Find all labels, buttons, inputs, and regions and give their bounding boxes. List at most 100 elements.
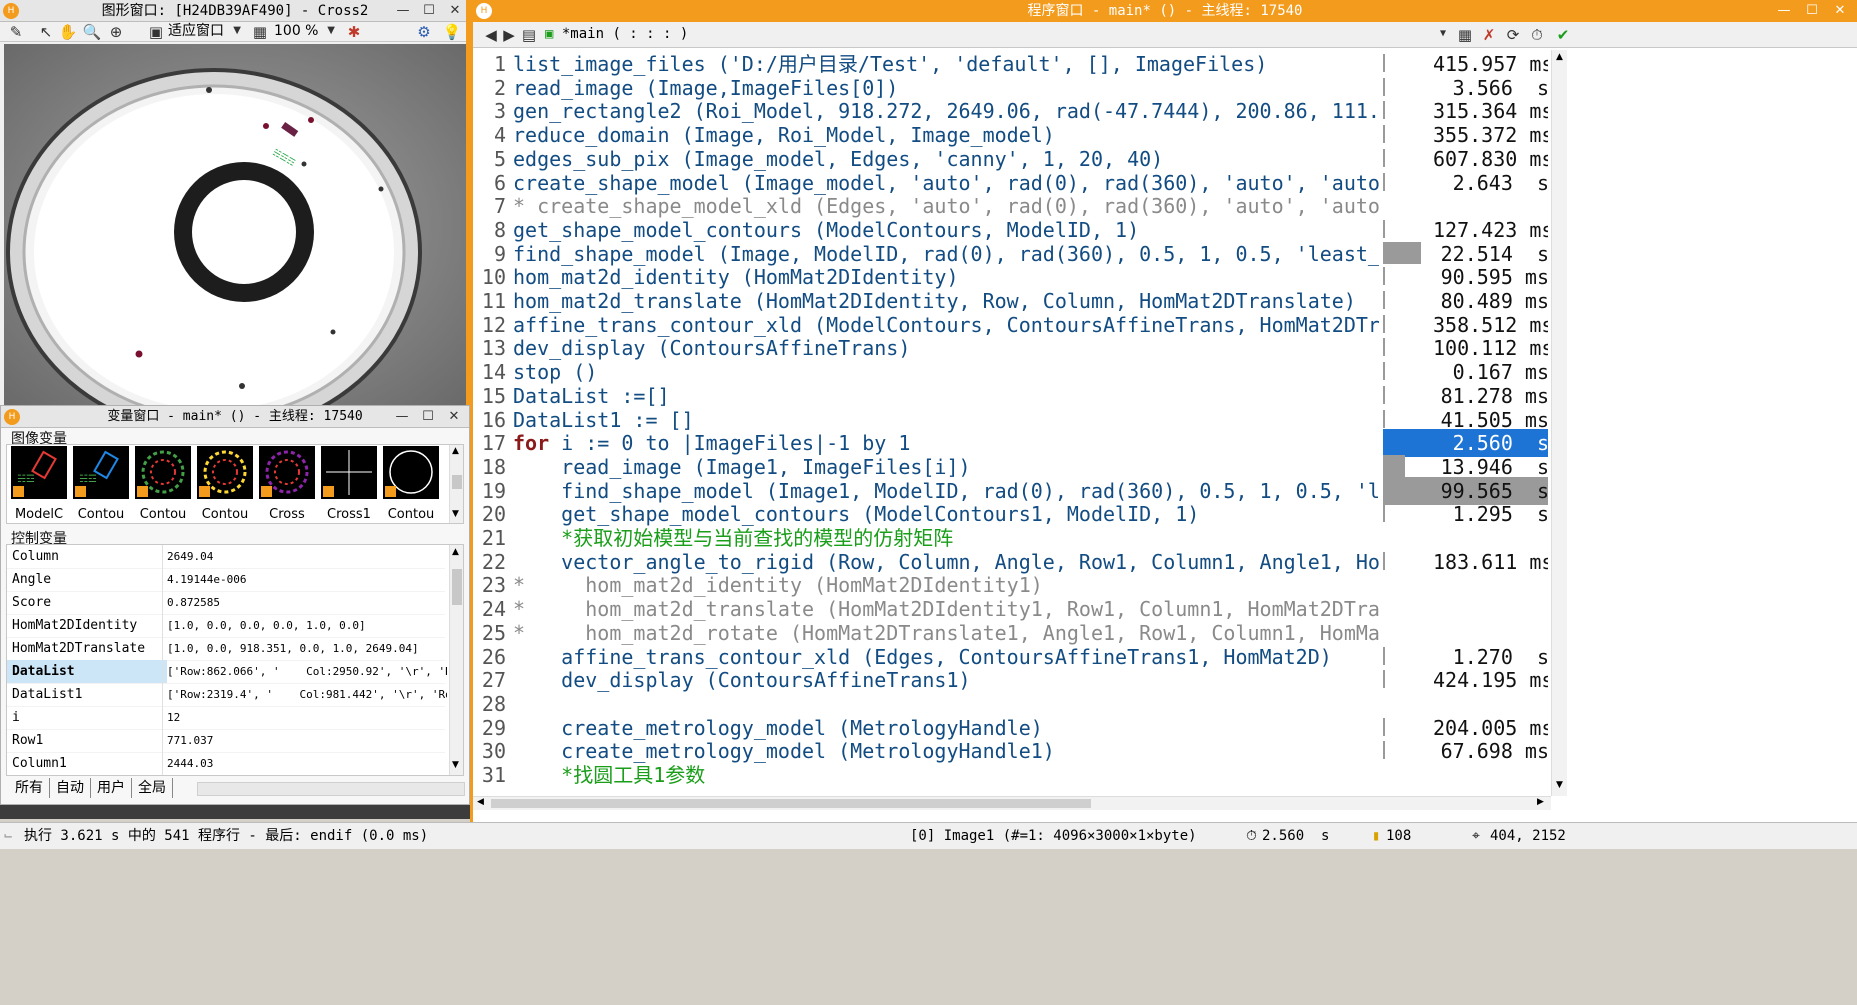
maximize-button[interactable]: ☐ <box>416 0 442 22</box>
lightbulb-icon[interactable]: 💡 <box>440 20 464 44</box>
profile-bar <box>1383 386 1385 404</box>
tab-all[interactable]: 所有 <box>9 778 50 798</box>
magnifier-icon[interactable]: 🔍 <box>80 20 104 44</box>
scroll-thumb[interactable] <box>452 475 462 489</box>
profile-icon[interactable]: ✔ <box>1551 23 1575 47</box>
timer-icon[interactable]: ⏱ <box>1525 23 1549 47</box>
pointer-icon[interactable]: ↖ <box>34 20 58 44</box>
scroll-thumb[interactable] <box>452 569 462 605</box>
scroll-down-arrow[interactable]: ▼ <box>452 760 459 770</box>
program-window-titlebar[interactable]: H 程序窗口 - main* () - 主线程: 17540 — ☐ ✕ <box>473 0 1857 22</box>
control-variable-row[interactable]: Column 2649.04 <box>7 545 445 569</box>
variable-window-titlebar[interactable]: H 变量窗口 - main* () - 主线程: 17540 — ☐ ✕ <box>1 406 469 428</box>
control-variable-row[interactable]: DataList ['Row:862.066', ' Col:2950.92', … <box>7 660 447 684</box>
image-thumbnail[interactable]: Cross <box>259 446 315 522</box>
program-window: H 程序窗口 - main* () - 主线程: 17540 — ☐ ✕ ◀ ▶… <box>470 0 1857 822</box>
control-table-scrollbar[interactable]: ▲ ▼ <box>449 545 463 775</box>
minimize-button[interactable]: — <box>389 406 415 428</box>
thumbnails-scrollbar[interactable]: ▲ ▼ <box>449 445 463 523</box>
control-variable-row[interactable]: HomMat2DIdentity [1.0, 0.0, 0.0, 0.0, 1.0… <box>7 614 445 638</box>
scroll-down-arrow[interactable]: ▼ <box>1556 780 1563 790</box>
status-coords: 404, 2152 <box>1490 828 1566 844</box>
control-variable-row[interactable]: Column1 2444.03 <box>7 752 445 775</box>
zoom-percent-icon: ▦ <box>252 23 268 41</box>
image-thumbnail[interactable]: ☵☲ ModelC <box>11 446 67 522</box>
image-badge-icon <box>13 486 24 497</box>
edit-icon[interactable]: ✎ <box>4 20 28 44</box>
image-thumbnail[interactable]: Contou <box>135 446 191 522</box>
profile-bar <box>1383 315 1385 333</box>
close-button[interactable]: ✕ <box>441 406 467 428</box>
tab-global[interactable]: 全局 <box>132 778 173 798</box>
procedure-selector[interactable]: ▣ *main ( : : : ) ▼ <box>541 24 1449 46</box>
close-button[interactable]: ✕ <box>1827 0 1853 22</box>
scroll-up-arrow[interactable]: ▲ <box>452 446 459 456</box>
profile-bar <box>1383 267 1385 285</box>
color-icon[interactable]: ✱ <box>342 20 366 44</box>
variable-value: 12 <box>167 711 181 724</box>
status-timer-icon: ⏱ <box>1246 828 1257 844</box>
code-vertical-scrollbar[interactable]: ▲ ▼ <box>1551 50 1567 796</box>
tab-user[interactable]: 用户 <box>91 778 132 798</box>
control-variable-row[interactable]: Angle 4.19144e-006 <box>7 568 445 592</box>
status-bar: ⌙ 执行 3.621 s 中的 541 程序行 - 最后: endif (0.0… <box>0 822 1857 849</box>
graphics-canvas[interactable]: ☵☲☶ <box>4 44 466 406</box>
code-editor[interactable]: 1 list_image_files ('D:/用户目录/Test', 'defa… <box>473 50 1548 796</box>
control-variable-row[interactable]: DataList1 ['Row:2319.4', ' Col:981.442', … <box>7 683 447 707</box>
variable-value: ['Row:862.066', ' Col:2950.92', '\r', 'R… <box>167 665 447 678</box>
scroll-thumb[interactable] <box>491 799 1091 808</box>
variable-window: H 变量窗口 - main* () - 主线程: 17540 — ☐ ✕ 图像变… <box>0 405 470 805</box>
variable-value: 771.037 <box>167 734 214 747</box>
tab-auto[interactable]: 自动 <box>50 778 91 798</box>
control-variable-row[interactable]: Score 0.872585 <box>7 591 445 615</box>
run-icon[interactable]: ✗ <box>1477 23 1501 47</box>
scroll-down-arrow[interactable]: ▼ <box>452 509 459 519</box>
scroll-left-arrow[interactable]: ◀ <box>477 797 484 807</box>
image-thumbnail[interactable]: ☵☲ Contou <box>73 446 129 522</box>
fit-window-label: 适应窗口 <box>168 23 224 39</box>
chevron-down-icon: ▼ <box>327 25 335 36</box>
image-thumbnail[interactable]: Cross1 <box>321 446 377 522</box>
image-badge-icon <box>75 486 86 497</box>
control-variable-row[interactable]: HomMat2DTranslate [1.0, 0.0, 918.351, 0.0… <box>7 637 445 661</box>
control-variables-table: Column 2649.04 Angle 4.19144e-006 Score 0.872… <box>6 544 464 776</box>
code-text: *找圆工具1参数 <box>513 763 706 787</box>
zoom-dropdown[interactable]: 100 % ▼ <box>270 21 338 43</box>
code-horizontal-scrollbar[interactable]: ◀ ▶ <box>473 796 1551 810</box>
control-variable-row[interactable]: i 12 <box>7 706 445 730</box>
profile-bar <box>1383 504 1385 522</box>
code-line[interactable]: 31 *找圆工具1参数 <box>473 761 1548 789</box>
procedure-icon[interactable]: ▤ <box>517 23 541 47</box>
image-thumbnail[interactable]: Contou <box>197 446 253 522</box>
variable-value: 4.19144e-006 <box>167 573 247 586</box>
thumbnail-label: Contou <box>77 507 125 522</box>
profile-bar <box>1383 670 1385 688</box>
thumbnail-label: Cross1 <box>327 507 371 522</box>
status-icon: ⌙ <box>4 828 13 844</box>
variable-window-horizontal-scrollbar[interactable] <box>197 782 465 796</box>
maximize-button[interactable]: ☐ <box>1799 0 1825 22</box>
thumbnail-preview: ☵☲ <box>11 446 67 499</box>
variable-name: Angle <box>12 572 52 587</box>
close-button[interactable]: ✕ <box>442 0 468 22</box>
scroll-right-arrow[interactable]: ▶ <box>1537 797 1544 807</box>
fit-window-dropdown[interactable]: 适应窗口 ▼ <box>164 21 244 43</box>
left-panel-bottom-strip <box>0 805 470 819</box>
control-variable-row[interactable]: Row1 771.037 <box>7 729 445 753</box>
thumbnail-preview <box>197 446 253 499</box>
minimize-button[interactable]: — <box>1771 0 1797 22</box>
zoom-icon[interactable]: ⊕ <box>104 20 128 44</box>
thumbnail-preview <box>383 446 439 499</box>
scroll-up-arrow[interactable]: ▲ <box>452 547 459 557</box>
hand-icon[interactable]: ✋ <box>56 20 80 44</box>
minimize-button[interactable]: — <box>390 0 416 22</box>
scroll-up-arrow[interactable]: ▲ <box>1556 52 1563 62</box>
maximize-button[interactable]: ☐ <box>415 406 441 428</box>
graphics-window-titlebar[interactable]: H 图形窗口: [H24DB39AF490] - Cross2 — ☐ ✕ <box>0 0 470 22</box>
image-thumbnail[interactable]: Contou <box>383 446 439 522</box>
thumbnail-label: ModelC <box>14 507 64 522</box>
svg-text:☵☲: ☵☲ <box>17 474 35 485</box>
settings-icon[interactable]: ⚙ <box>412 20 436 44</box>
refresh-icon[interactable]: ⟳ <box>1501 23 1525 47</box>
edit-procedure-icon[interactable]: ▦ <box>1453 23 1477 47</box>
